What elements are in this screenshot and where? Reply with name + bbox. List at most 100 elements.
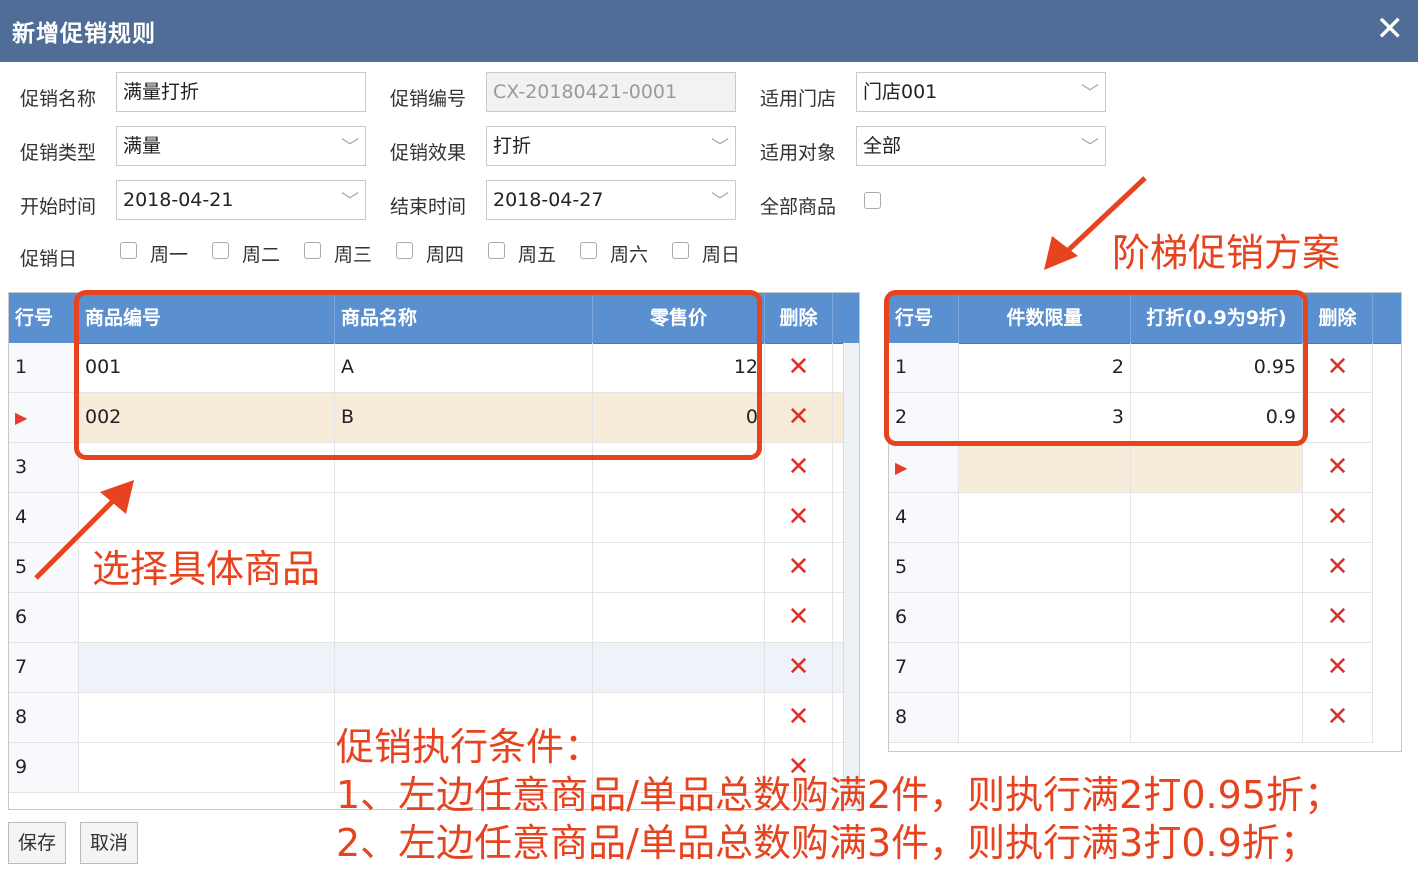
discount-cell[interactable] — [1131, 593, 1303, 642]
day-checkbox[interactable] — [212, 242, 229, 259]
qty-limit-cell[interactable] — [959, 493, 1131, 542]
close-icon[interactable]: ✕ — [1376, 10, 1405, 48]
annotation-tiered: 阶梯促销方案 — [1112, 231, 1341, 275]
retail-price-cell[interactable] — [593, 643, 765, 692]
retail-price-cell[interactable] — [593, 493, 765, 542]
qty-limit-cell[interactable] — [959, 693, 1131, 742]
row-number: 1 — [9, 343, 79, 392]
goods-name-cell[interactable] — [335, 543, 593, 592]
delete-row-icon[interactable]: ✕ — [1303, 393, 1373, 442]
chevron-down-icon: ﹀ — [1081, 137, 1099, 158]
delete-row-icon[interactable]: ✕ — [765, 343, 833, 392]
retail-price-cell[interactable] — [593, 693, 765, 742]
promo-effect-select[interactable]: 打折 ﹀ — [486, 126, 736, 166]
day-checkbox[interactable] — [672, 242, 689, 259]
table-row[interactable]: 7 ✕ — [889, 643, 1373, 693]
row-number: 5 — [889, 543, 959, 592]
store-value: 门店001 — [863, 81, 938, 103]
store-select[interactable]: 门店001 ﹀ — [856, 72, 1106, 112]
discount-cell[interactable] — [1131, 693, 1303, 742]
dialog-titlebar: 新增促销规则 ✕ — [0, 0, 1418, 62]
promo-day-label: 促销日 — [20, 248, 78, 270]
day-checkbox[interactable] — [580, 242, 597, 259]
delete-row-icon[interactable]: ✕ — [765, 443, 833, 492]
dialog-title: 新增促销规则 — [12, 21, 156, 47]
row-number: 7 — [9, 643, 79, 692]
promo-effect-value: 打折 — [493, 135, 532, 157]
cancel-button[interactable]: 取消 — [80, 822, 138, 864]
table-row[interactable]: 6 ✕ — [889, 593, 1373, 643]
qty-limit-cell[interactable] — [959, 443, 1131, 492]
all-goods-checkbox[interactable] — [864, 192, 881, 209]
goods-code-cell[interactable] — [79, 643, 335, 692]
retail-price-cell[interactable] — [593, 543, 765, 592]
discount-cell[interactable] — [1131, 493, 1303, 542]
target-select[interactable]: 全部 ﹀ — [856, 126, 1106, 166]
save-button[interactable]: 保存 — [8, 822, 66, 864]
end-time-select[interactable]: 2018-04-27 ﹀ — [486, 180, 736, 220]
promo-type-value: 满量 — [123, 135, 162, 157]
delete-row-icon[interactable]: ✕ — [765, 493, 833, 542]
goods-name-cell[interactable] — [335, 643, 593, 692]
tier-highlight-box — [884, 290, 1308, 446]
table-row[interactable]: ▶ ✕ — [889, 443, 1373, 493]
day-checkbox[interactable] — [488, 242, 505, 259]
delete-row-icon[interactable]: ✕ — [1303, 693, 1373, 742]
goods-name-cell[interactable] — [335, 493, 593, 542]
qty-limit-cell[interactable] — [959, 543, 1131, 592]
table-row[interactable]: 5 ✕ — [889, 543, 1373, 593]
table-row[interactable]: 4 ✕ — [889, 493, 1373, 543]
discount-cell[interactable] — [1131, 543, 1303, 592]
row-number: 4 — [889, 493, 959, 542]
delete-row-icon[interactable]: ✕ — [1303, 493, 1373, 542]
row-number: ▶ — [9, 393, 79, 442]
day-checkbox[interactable] — [120, 242, 137, 259]
chevron-down-icon: ﹀ — [341, 137, 359, 158]
table-row[interactable]: 8 ✕ — [889, 693, 1373, 743]
end-time-value: 2018-04-27 — [493, 189, 604, 211]
discount-cell[interactable] — [1131, 443, 1303, 492]
delete-row-icon[interactable]: ✕ — [765, 593, 833, 642]
chevron-down-icon: ﹀ — [711, 191, 729, 212]
delete-row-icon[interactable]: ✕ — [1303, 643, 1373, 692]
current-row-indicator-icon: ▶ — [895, 458, 908, 477]
delete-row-icon[interactable]: ✕ — [1303, 543, 1373, 592]
delete-row-icon[interactable]: ✕ — [765, 543, 833, 592]
current-row-indicator-icon: ▶ — [15, 408, 28, 427]
promo-type-label: 促销类型 — [20, 142, 97, 164]
goods-code-cell[interactable] — [79, 743, 335, 792]
goods-code-cell[interactable] — [79, 693, 335, 742]
goods-name-cell[interactable] — [335, 593, 593, 642]
goods-grid-scrollbar[interactable] — [843, 343, 859, 809]
chevron-down-icon: ﹀ — [1081, 83, 1099, 104]
day-checkbox[interactable] — [304, 242, 321, 259]
start-time-select[interactable]: 2018-04-21 ﹀ — [116, 180, 366, 220]
qty-limit-cell[interactable] — [959, 643, 1131, 692]
delete-row-icon[interactable]: ✕ — [765, 393, 833, 442]
discount-cell[interactable] — [1131, 643, 1303, 692]
promo-name-label: 促销名称 — [20, 88, 97, 110]
delete-row-icon[interactable]: ✕ — [1303, 593, 1373, 642]
goods-code-cell[interactable] — [79, 593, 335, 642]
table-row[interactable]: 7 ✕ — [9, 643, 843, 693]
day-checkbox[interactable] — [396, 242, 413, 259]
delete-row-icon[interactable]: ✕ — [765, 643, 833, 692]
table-row[interactable]: 6 ✕ — [9, 593, 843, 643]
row-number: 8 — [9, 693, 79, 742]
delete-row-icon[interactable]: ✕ — [1303, 343, 1373, 392]
retail-price-cell[interactable] — [593, 593, 765, 642]
row-number: 8 — [889, 693, 959, 742]
delete-row-icon[interactable]: ✕ — [765, 693, 833, 742]
promo-type-select[interactable]: 满量 ﹀ — [116, 126, 366, 166]
target-value: 全部 — [863, 135, 902, 157]
promo-code-input[interactable]: CX-20180421-0001 — [486, 72, 736, 112]
end-time-label: 结束时间 — [390, 196, 467, 218]
col-row-no: 行号 — [9, 293, 79, 343]
qty-limit-cell[interactable] — [959, 593, 1131, 642]
day-label: 周四 — [426, 244, 465, 266]
day-label: 周日 — [702, 244, 741, 266]
store-label: 适用门店 — [760, 88, 837, 110]
delete-row-icon[interactable]: ✕ — [1303, 443, 1373, 492]
promo-name-input[interactable]: 满量打折 — [116, 72, 366, 112]
promo-effect-label: 促销效果 — [390, 142, 467, 164]
